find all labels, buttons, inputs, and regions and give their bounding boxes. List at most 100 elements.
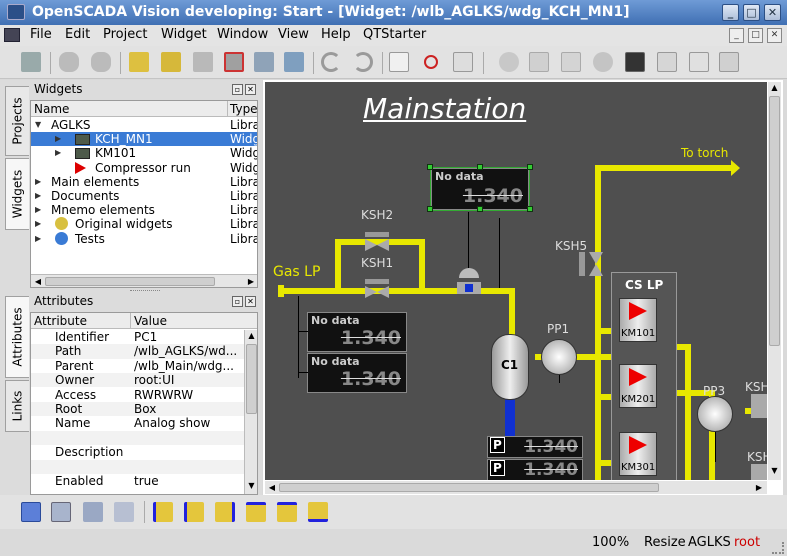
canvas-hscrollbar[interactable]: ◀ ▶ [265, 481, 767, 494]
hscroll-thumb[interactable] [45, 277, 215, 286]
expand-right-icon[interactable]: ▶ [35, 217, 45, 231]
align-hcenter-icon[interactable] [274, 499, 300, 525]
expand-right-icon[interactable]: ▶ [35, 175, 45, 189]
attr-value[interactable]: Analog show [134, 416, 210, 430]
expand-right-icon[interactable]: ▶ [35, 203, 45, 217]
attr-row[interactable] [31, 430, 245, 445]
expand-right-icon[interactable]: ▶ [35, 232, 45, 246]
analog-display-1[interactable]: No data 1.340 [307, 312, 407, 352]
scroll-thumb[interactable] [279, 483, 659, 492]
elem-document-icon[interactable] [686, 49, 712, 75]
user-name[interactable]: root [734, 535, 760, 550]
close-icon[interactable]: ✕ [245, 296, 256, 307]
attr-row[interactable]: Enabled true [31, 474, 245, 489]
tab-projects[interactable]: Projects [5, 86, 29, 156]
p-display-2[interactable]: P 1.340 [487, 459, 583, 480]
vscroll-thumb[interactable] [246, 344, 257, 414]
copy-icon[interactable] [386, 49, 412, 75]
expand-right-icon[interactable]: ▶ [55, 146, 65, 160]
attr-value[interactable]: PC1 [134, 330, 157, 344]
scroll-left-icon[interactable]: ◀ [266, 482, 278, 493]
tab-attributes[interactable]: Attributes [5, 296, 29, 378]
hscroll-left-icon[interactable]: ◀ [32, 276, 44, 287]
tree-item[interactable]: ▶ KM101 Widg [31, 146, 257, 160]
elem-text-icon[interactable] [558, 49, 584, 75]
tree-item[interactable]: Compressor run Widg [31, 161, 257, 175]
hscrollbar[interactable]: ◀ ▶ [31, 274, 257, 287]
vscroll-down-icon[interactable]: ▼ [246, 481, 257, 493]
attr-value[interactable]: Box [134, 402, 156, 416]
elem-value-icon[interactable] [716, 49, 742, 75]
attr-row[interactable]: Name Analog show [31, 416, 245, 431]
expand-right-icon[interactable]: ▶ [55, 132, 65, 146]
valve-ksh5-icon[interactable] [579, 252, 605, 276]
vscrollbar[interactable]: ▲ ▼ [244, 330, 257, 494]
attr-value[interactable]: true [134, 474, 159, 488]
col-value-header[interactable]: Value [134, 314, 167, 328]
attr-row[interactable]: Path/wlb_AGLKS/wd... [31, 344, 245, 359]
size-grip[interactable] [772, 542, 784, 554]
menu-widget[interactable]: Widget [161, 27, 207, 42]
attr-row[interactable]: Owner root:UI [31, 373, 245, 388]
minimize-button[interactable]: _ [722, 4, 739, 21]
menu-project[interactable]: Project [103, 27, 147, 42]
valve-partial2-icon[interactable] [751, 464, 767, 480]
scroll-up-icon[interactable]: ▲ [769, 83, 780, 95]
selection-handle[interactable] [427, 164, 433, 170]
close-icon[interactable]: ✕ [245, 84, 256, 95]
elem-media-icon[interactable] [590, 49, 616, 75]
float-icon[interactable]: ▫ [232, 296, 243, 307]
zoom-level[interactable]: 100% [592, 535, 629, 550]
menu-help[interactable]: Help [321, 27, 351, 42]
float-icon[interactable]: ▫ [232, 84, 243, 95]
attr-row[interactable]: Identifier PC1 [31, 330, 245, 345]
cut-icon[interactable] [418, 49, 444, 75]
db-save-icon[interactable] [88, 49, 114, 75]
menu-view[interactable]: View [278, 27, 309, 42]
mdi-minimize-button[interactable]: _ [729, 28, 744, 43]
level-inc-icon[interactable] [80, 499, 106, 525]
station-name[interactable]: AGLKS [688, 535, 731, 550]
selection-handle[interactable] [477, 206, 483, 212]
attr-value[interactable]: /wlb_Main/wdg... [134, 359, 234, 373]
close-button[interactable]: ✕ [764, 4, 781, 21]
col-type-header[interactable]: Type [230, 102, 257, 116]
selection-handle[interactable] [477, 164, 483, 170]
elem-figure-icon[interactable] [496, 49, 522, 75]
p-display-1[interactable]: P 1.340 [487, 436, 583, 458]
attr-row[interactable] [31, 459, 245, 474]
align-right-icon[interactable] [212, 499, 238, 525]
attr-row[interactable]: Root Box [31, 402, 245, 417]
level-dec-icon[interactable] [111, 499, 137, 525]
attr-value[interactable]: RWRWRW [134, 388, 193, 402]
menu-file[interactable]: File [30, 27, 52, 42]
scroll-right-icon[interactable]: ▶ [753, 482, 765, 493]
redo-icon[interactable] [350, 49, 376, 75]
tree-item[interactable]: ▶ Documents Libra [31, 189, 257, 203]
col-attribute-header[interactable]: Attribute [34, 314, 87, 328]
db-load-icon[interactable] [56, 49, 82, 75]
align-left-icon[interactable] [150, 499, 176, 525]
selection-handle[interactable] [427, 206, 433, 212]
tree-item[interactable]: ▶ KCH_MN1 Widg [31, 132, 257, 147]
attr-row[interactable]: Parent/wlb_Main/wdg... [31, 358, 245, 373]
undo-icon[interactable] [318, 49, 344, 75]
mdi-close-button[interactable]: ✕ [767, 28, 782, 43]
col-name-header[interactable]: Name [34, 102, 69, 116]
mdi-restore-button[interactable]: □ [748, 28, 763, 43]
tree-item[interactable]: ▶ Main elements Libra [31, 175, 257, 189]
elem-box-icon[interactable] [526, 49, 552, 75]
attr-value[interactable]: /wlb_AGLKS/wd... [134, 344, 237, 358]
analog-display-selected[interactable]: No data 1.340 [430, 167, 530, 211]
tree-item[interactable]: ▶ Tests Libra [31, 231, 257, 246]
project-manager-icon[interactable] [18, 49, 44, 75]
vscroll-up-icon[interactable]: ▲ [246, 331, 257, 343]
hscroll-right-icon[interactable]: ▶ [245, 276, 257, 287]
add-widget-icon[interactable] [190, 49, 216, 75]
valve-ksh1-icon[interactable] [365, 279, 389, 299]
elem-diagram-icon[interactable] [622, 49, 648, 75]
expand-right-icon[interactable]: ▶ [35, 189, 45, 203]
level-lower-icon[interactable] [48, 499, 74, 525]
attr-row[interactable]: Description [31, 445, 245, 460]
menu-edit[interactable]: Edit [65, 27, 90, 42]
